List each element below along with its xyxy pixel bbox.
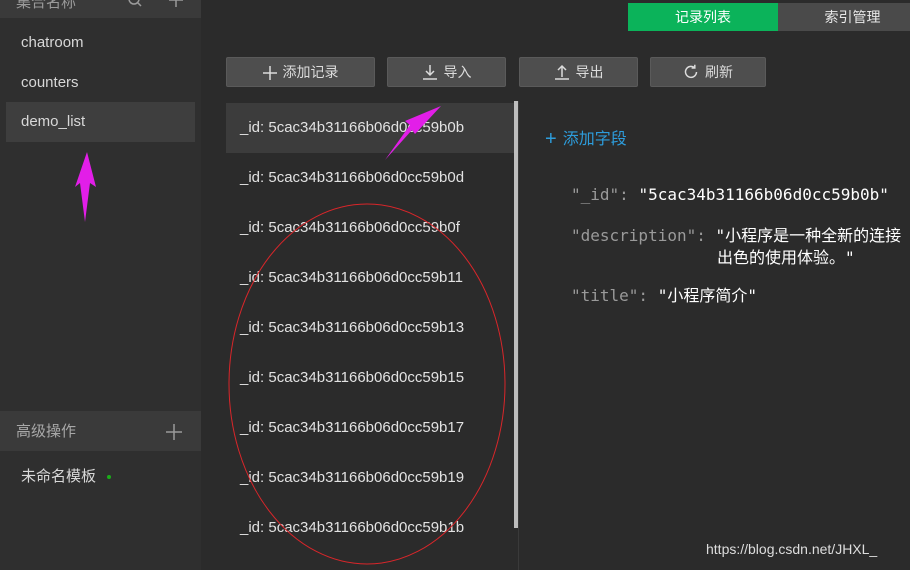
sidebar-header-title: 集合名称 — [16, 0, 77, 11]
record-item[interactable]: _id: 5cac34b31166b06d0cc59b19 — [226, 453, 516, 503]
record-item[interactable]: _id: 5cac34b31166b06d0cc59b13 — [226, 303, 516, 353]
field-key: "title": — [571, 286, 649, 305]
field-key: "_id": — [571, 185, 629, 204]
template-label: 未命名模板 — [21, 468, 97, 485]
advanced-operations-header: 高级操作 — [0, 411, 201, 451]
add-field-label: 添加字段 — [562, 131, 627, 148]
tab-records[interactable]: 记录列表 — [628, 3, 778, 31]
record-item[interactable]: _id: 5cac34b31166b06d0cc59b17 — [226, 403, 516, 453]
field-row-description[interactable]: "description": "小程序是一种全新的连接 — [571, 226, 901, 246]
field-value: "5cac34b31166b06d0cc59b0b" — [638, 185, 889, 204]
advanced-operations-label: 高级操作 — [16, 423, 77, 440]
field-value: "小程序简介" — [657, 286, 757, 305]
tab-indexes[interactable]: 索引管理 — [778, 3, 910, 31]
panel-divider — [518, 101, 519, 570]
add-field-button[interactable]: + 添加字段 — [545, 128, 627, 151]
collection-item-chatroom[interactable]: chatroom — [6, 23, 195, 63]
field-row-id[interactable]: "_id": "5cac34b31166b06d0cc59b0b" — [571, 185, 889, 205]
search-icon[interactable] — [127, 0, 143, 8]
export-button[interactable]: 导出 — [519, 57, 638, 87]
watermark: https://blog.csdn.net/JHXL_ — [706, 541, 878, 557]
upload-icon — [554, 64, 569, 80]
add-record-button[interactable]: 添加记录 — [226, 57, 375, 87]
add-collection-icon[interactable] — [168, 0, 184, 8]
field-row-title[interactable]: "title": "小程序简介" — [571, 286, 757, 306]
export-label: 导出 — [575, 64, 604, 80]
record-item[interactable]: _id: 5cac34b31166b06d0cc59b0d — [226, 153, 516, 203]
field-value-continuation: 出色的使用体验。" — [717, 248, 855, 267]
collection-item-demo-list[interactable]: demo_list — [6, 102, 195, 142]
record-item[interactable]: _id: 5cac34b31166b06d0cc59b0b — [226, 103, 516, 153]
import-button[interactable]: 导入 — [387, 57, 506, 87]
download-icon — [422, 65, 437, 80]
refresh-label: 刷新 — [705, 64, 733, 80]
field-value: "小程序是一种全新的连接 — [715, 226, 902, 245]
record-item[interactable]: _id: 5cac34b31166b06d0cc59b1b — [226, 503, 516, 553]
field-key: "description": — [571, 226, 706, 245]
status-dot-icon — [107, 475, 112, 480]
refresh-button[interactable]: 刷新 — [650, 57, 766, 87]
refresh-icon — [684, 64, 698, 79]
record-item[interactable]: _id: 5cac34b31166b06d0cc59b0f — [226, 203, 516, 253]
plus-icon — [262, 66, 277, 80]
add-advanced-operation-icon[interactable] — [165, 423, 183, 441]
record-item[interactable]: _id: 5cac34b31166b06d0cc59b15 — [226, 353, 516, 403]
import-label: 导入 — [443, 64, 472, 80]
collection-sidebar: 集合名称 chatroom counters demo_list 高级操作 未命… — [0, 0, 201, 570]
collection-item-counters[interactable]: counters — [6, 63, 195, 103]
add-record-label: 添加记录 — [282, 64, 339, 80]
record-list: _id: 5cac34b31166b06d0cc59b0b _id: 5cac3… — [226, 101, 516, 570]
sidebar-header: 集合名称 — [0, 0, 201, 18]
record-item[interactable]: _id: 5cac34b31166b06d0cc59b11 — [226, 253, 516, 303]
template-item-unnamed[interactable]: 未命名模板 — [21, 466, 112, 488]
plus-icon: + — [545, 128, 557, 150]
